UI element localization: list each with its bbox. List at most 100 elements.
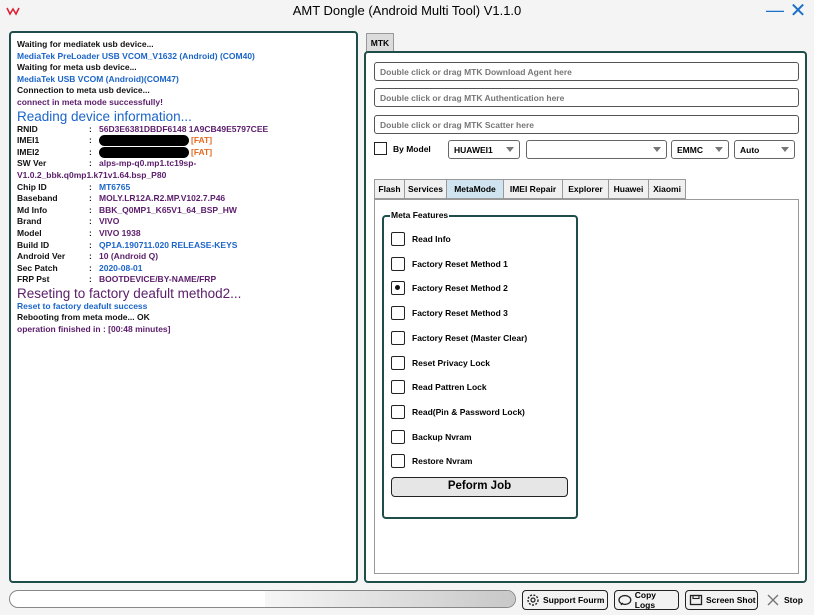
log-line: connect in meta mode successfully! bbox=[17, 96, 163, 107]
redacted-block bbox=[99, 146, 189, 158]
log-field-row: Chip ID: MT6765 bbox=[17, 181, 131, 192]
log-field-key: RNID bbox=[17, 123, 38, 134]
by-model-label: By Model bbox=[393, 144, 431, 154]
log-field-value: BBK_Q0MP1_K65V1_64_BSP_HW bbox=[99, 204, 237, 215]
log-field-value: [FAT] bbox=[191, 135, 213, 146]
reset-header: Reseting to factory deafult method2... bbox=[17, 285, 242, 301]
meta-option[interactable]: Reset Privacy Lock bbox=[391, 355, 490, 371]
log-field-row: SW Ver: alps-mp-q0.mp1.tc19sp- bbox=[17, 158, 197, 169]
authentication-field[interactable]: Double click or drag MTK Authentication … bbox=[374, 88, 799, 107]
chevron-down-icon bbox=[653, 147, 661, 152]
option-radio[interactable] bbox=[391, 454, 405, 469]
option-label: Restore Nvram bbox=[412, 456, 473, 467]
log-field-key: FRP Pst bbox=[17, 274, 50, 285]
log-field-value: 56D3E6381DBDF6148 1A9CB49E5797CEE bbox=[99, 123, 269, 134]
log-field-key: Md Info bbox=[17, 204, 48, 215]
mtk-panel: Double click or drag MTK Download Agent … bbox=[364, 51, 807, 583]
perform-job-button[interactable]: Peform Job bbox=[391, 477, 568, 497]
screen-shot-button[interactable]: Screen Shot bbox=[685, 590, 758, 610]
meta-option[interactable]: Factory Reset (Master Clear) bbox=[391, 330, 527, 346]
option-label: Read Pattren Lock bbox=[412, 382, 487, 393]
log-field-key: Model bbox=[17, 227, 42, 238]
reset-success-line: Reset to factory deafult success bbox=[17, 300, 148, 311]
subtab-bar: Flash Services MetaMode IMEI Repair Expl… bbox=[374, 179, 686, 199]
meta-option[interactable]: Restore Nvram bbox=[391, 453, 472, 469]
download-agent-field[interactable]: Double click or drag MTK Download Agent … bbox=[374, 62, 799, 81]
log-line: Waiting for mediatek usb device... bbox=[17, 39, 154, 49]
log-field-row: Baseband: MOLY.LR12A.R2.MP.V102.7.P46 bbox=[17, 193, 226, 204]
meta-option[interactable]: Read Info bbox=[391, 231, 451, 247]
option-radio[interactable] bbox=[391, 429, 405, 444]
meta-option[interactable]: Read(Pin & Password Lock) bbox=[391, 404, 525, 420]
meta-option[interactable]: Factory Reset Method 2 bbox=[391, 280, 508, 296]
tab-explorer[interactable]: Explorer bbox=[562, 179, 608, 199]
log-field-row: RNID:56D3E6381DBDF6148 1A9CB49E5797CEE bbox=[17, 123, 269, 134]
redacted-block bbox=[99, 135, 189, 147]
chevron-down-icon bbox=[781, 147, 789, 152]
log-field-row: FRP Pst: BOOTDEVICE/BY-NAME/FRP bbox=[17, 274, 217, 285]
log-field-row: Build ID: QP1A.190711.020 RELEASE-KEYS bbox=[17, 239, 238, 250]
by-model-checkbox[interactable] bbox=[374, 142, 387, 155]
model-select[interactable] bbox=[526, 140, 667, 159]
copy-icon bbox=[618, 594, 632, 606]
tab-imei-repair[interactable]: IMEI Repair bbox=[503, 179, 562, 199]
close-button[interactable]: ✕ bbox=[788, 1, 808, 21]
option-label: Backup Nvram bbox=[412, 431, 472, 442]
mode-select[interactable]: Auto bbox=[734, 140, 795, 159]
log-field-value: MOLY.LR12A.R2.MP.V102.7.P46 bbox=[99, 193, 226, 204]
option-radio[interactable] bbox=[391, 404, 405, 419]
log-field-row: Brand: VIVO bbox=[17, 216, 120, 227]
log-field-value: 2020-08-01 bbox=[99, 262, 143, 273]
tab-flash[interactable]: Flash bbox=[374, 179, 404, 199]
log-field-value: BOOTDEVICE/BY-NAME/FRP bbox=[99, 274, 217, 285]
option-radio[interactable] bbox=[391, 232, 405, 246]
log-line: Connection to meta usb device... bbox=[17, 85, 150, 96]
option-radio[interactable] bbox=[391, 256, 405, 271]
option-radio[interactable] bbox=[391, 330, 405, 345]
meta-option[interactable]: Backup Nvram bbox=[391, 429, 472, 445]
log-field-value: alps-mp-q0.mp1.tc19sp- bbox=[99, 158, 197, 169]
window-title: AMT Dongle (Android Multi Tool) V1.1.0 bbox=[292, 3, 522, 18]
support-forum-button[interactable]: Support Fourm bbox=[522, 590, 608, 610]
tab-mtk[interactable]: MTK bbox=[366, 33, 394, 52]
log-field-value: MT6765 bbox=[99, 181, 131, 192]
log-field-key: Chip ID bbox=[17, 181, 47, 192]
chevron-down-icon bbox=[506, 147, 514, 152]
log-line: MediaTek PreLoader USB VCOM_V1632 (Andro… bbox=[17, 50, 255, 61]
minimize-button[interactable]: — bbox=[766, 1, 784, 21]
screenshot-icon bbox=[689, 594, 703, 606]
meta-features-legend: Meta Features bbox=[390, 210, 450, 220]
option-label: Factory Reset (Master Clear) bbox=[412, 332, 528, 343]
log-field-value: [FAT] bbox=[191, 146, 213, 157]
log-field-value: QP1A.190711.020 RELEASE-KEYS bbox=[99, 239, 238, 250]
chevron-down-icon bbox=[715, 147, 723, 152]
meta-option[interactable]: Read Pattren Lock bbox=[391, 379, 487, 395]
title-bar: AMT Dongle (Android Multi Tool) V1.1.0 —… bbox=[0, 0, 814, 24]
copy-logs-button[interactable]: Copy Logs bbox=[614, 590, 679, 610]
option-radio[interactable] bbox=[391, 281, 405, 296]
log-field-key: Brand bbox=[17, 216, 42, 227]
log-field-key: Android Ver bbox=[17, 251, 66, 262]
option-radio[interactable] bbox=[391, 380, 405, 395]
log-field-key: SW Ver bbox=[17, 158, 47, 169]
stop-button[interactable]: Stop bbox=[765, 590, 803, 610]
brand-select[interactable]: HUAWEI1 bbox=[448, 140, 520, 159]
log-field-key: Build ID bbox=[17, 239, 50, 250]
tab-metamode[interactable]: MetaMode bbox=[446, 179, 503, 199]
close-icon bbox=[767, 594, 779, 606]
option-label: Factory Reset Method 2 bbox=[412, 283, 508, 294]
log-field-row: Model: VIVO 1938 bbox=[17, 227, 141, 238]
reboot-line: Rebooting from meta mode... OK bbox=[17, 312, 150, 323]
tab-huawei[interactable]: Huawei bbox=[608, 179, 648, 199]
finished-line: operation finished in : [00:48 minutes] bbox=[17, 324, 171, 335]
option-radio[interactable] bbox=[391, 306, 405, 321]
option-radio[interactable] bbox=[391, 355, 405, 370]
log-field-value: VIVO 1938 bbox=[99, 227, 141, 238]
storage-select[interactable]: EMMC bbox=[671, 140, 729, 159]
meta-option[interactable]: Factory Reset Method 1 bbox=[391, 256, 508, 272]
meta-option[interactable]: Factory Reset Method 3 bbox=[391, 305, 508, 321]
tab-xiaomi[interactable]: Xiaomi bbox=[648, 179, 686, 199]
tab-services[interactable]: Services bbox=[404, 179, 446, 199]
scatter-field[interactable]: Double click or drag MTK Scatter here bbox=[374, 115, 799, 134]
log-field-value: 10 (Android Q) bbox=[99, 251, 159, 262]
